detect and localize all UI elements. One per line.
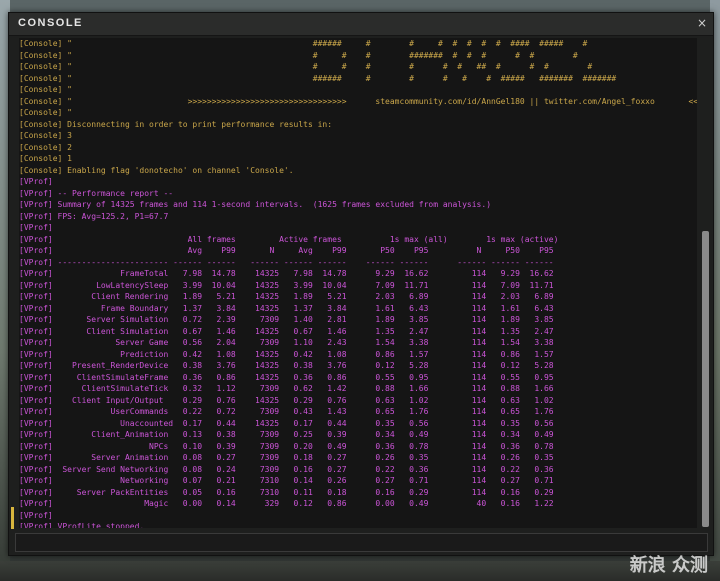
log-line: [VProf] (19, 510, 53, 520)
text-cursor (11, 507, 14, 529)
log-line: [VProf] VProfLite stopped. (19, 522, 145, 528)
log-line: [Console] " # # # # # # ## # # # # (19, 62, 593, 71)
log-line: [VProf] All frames Active frames 1s max … (19, 234, 559, 244)
log-line: [VProf] (19, 177, 53, 186)
log-line: [VProf] UserCommands 0.22 0.72 7309 0.43… (19, 407, 554, 416)
log-line: [Console] 2 (19, 142, 72, 152)
log-line: [VProf] Frame Boundary 1.37 3.84 14325 1… (19, 303, 554, 313)
log-line: [VProf] LowLatencySleep 3.99 10.04 14325… (19, 280, 554, 290)
log-line: [VProf] Client Simulation 0.67 1.46 1432… (19, 326, 554, 336)
console-input[interactable] (15, 533, 708, 552)
log-line: [VProf] Client Rendering 1.89 5.21 14325… (19, 292, 554, 301)
log-line: [Console] Disconnecting in order to prin… (19, 119, 333, 129)
log-line: [Console] " >>>>>>>>>>>>>>>>>>>>>>>>>>>>… (19, 96, 697, 106)
close-icon[interactable]: × (697, 16, 707, 30)
log-line: [VProf] -- Performance report -- (19, 188, 174, 198)
log-line: [VProf] Magic 0.00 0.14 329 0.12 0.86 0.… (19, 499, 554, 508)
console-window[interactable]: CONSOLE × [Console] " ###### # # # # # #… (8, 12, 714, 556)
log-line: [VProf] Server PackEntities 0.05 0.16 73… (19, 487, 554, 497)
log-line: [VProf] ClientSimulateFrame 0.36 0.86 14… (19, 372, 554, 382)
log-line: [VProf] Client Input/Output 0.29 0.76 14… (19, 395, 554, 405)
watermark-logo: 新浪 众测 (629, 555, 708, 576)
log-line: [VProf] FPS: Avg=125.2, P1=67.7 (19, 211, 169, 221)
log-line: [VProf] ClientSimulateTick 0.32 1.12 730… (19, 384, 554, 393)
log-line: [VProf] Server Game 0.56 2.04 7309 1.10 … (19, 338, 554, 347)
log-line: [Console] " # # # ####### # # # # # # (19, 50, 578, 60)
log-line: [VProf] Client_Animation 0.13 0.38 7309 … (19, 430, 554, 439)
log-line: [Console] " ###### # # # # # # # #### ##… (19, 39, 588, 48)
log-line: [Console] " (19, 85, 72, 94)
log-line: [Console] Enabling flag 'donotecho' on c… (19, 165, 294, 175)
log-line: [VProf] NPCs 0.10 0.39 7309 0.20 0.49 0.… (19, 441, 554, 451)
log-line: [Console] " (19, 108, 72, 117)
log-line: [VProf] Avg P99 N Avg P99 P50 P95 N P50 … (19, 246, 554, 255)
log-line: [VProf] FrameTotal 7.98 14.78 14325 7.98… (19, 269, 554, 278)
log-line: [Console] 3 (19, 131, 72, 140)
log-line: [Console] 1 (19, 154, 72, 163)
console-log[interactable]: [Console] " ###### # # # # # # # #### ##… (19, 38, 697, 528)
log-line: [VProf] Networking 0.07 0.21 7310 0.14 0… (19, 476, 554, 485)
log-line: [Console] " ###### # # # # # ##### #####… (19, 73, 617, 83)
log-line: [VProf] Present_RenderDevice 0.38 3.76 1… (19, 361, 554, 370)
console-titlebar[interactable]: CONSOLE × (9, 13, 713, 36)
log-line: [VProf] Server Animation 0.08 0.27 7309 … (19, 453, 554, 462)
log-line: [VProf] ----------------------- ------ -… (19, 257, 554, 267)
log-line: [VProf] (19, 223, 53, 232)
log-line: [VProf] Summary of 14325 frames and 114 … (19, 200, 492, 209)
log-line: [VProf] Prediction 0.42 1.08 14325 0.42 … (19, 349, 554, 359)
console-scrollbar[interactable] (702, 231, 709, 527)
console-title: CONSOLE (18, 17, 83, 29)
log-line: [VProf] Server Send Networking 0.08 0.24… (19, 464, 554, 474)
log-line: [VProf] Server Simulation 0.72 2.39 7309… (19, 315, 554, 324)
game-hud-strip (0, 561, 720, 581)
log-line: [VProf] Unaccounted 0.17 0.44 14325 0.17… (19, 418, 554, 428)
